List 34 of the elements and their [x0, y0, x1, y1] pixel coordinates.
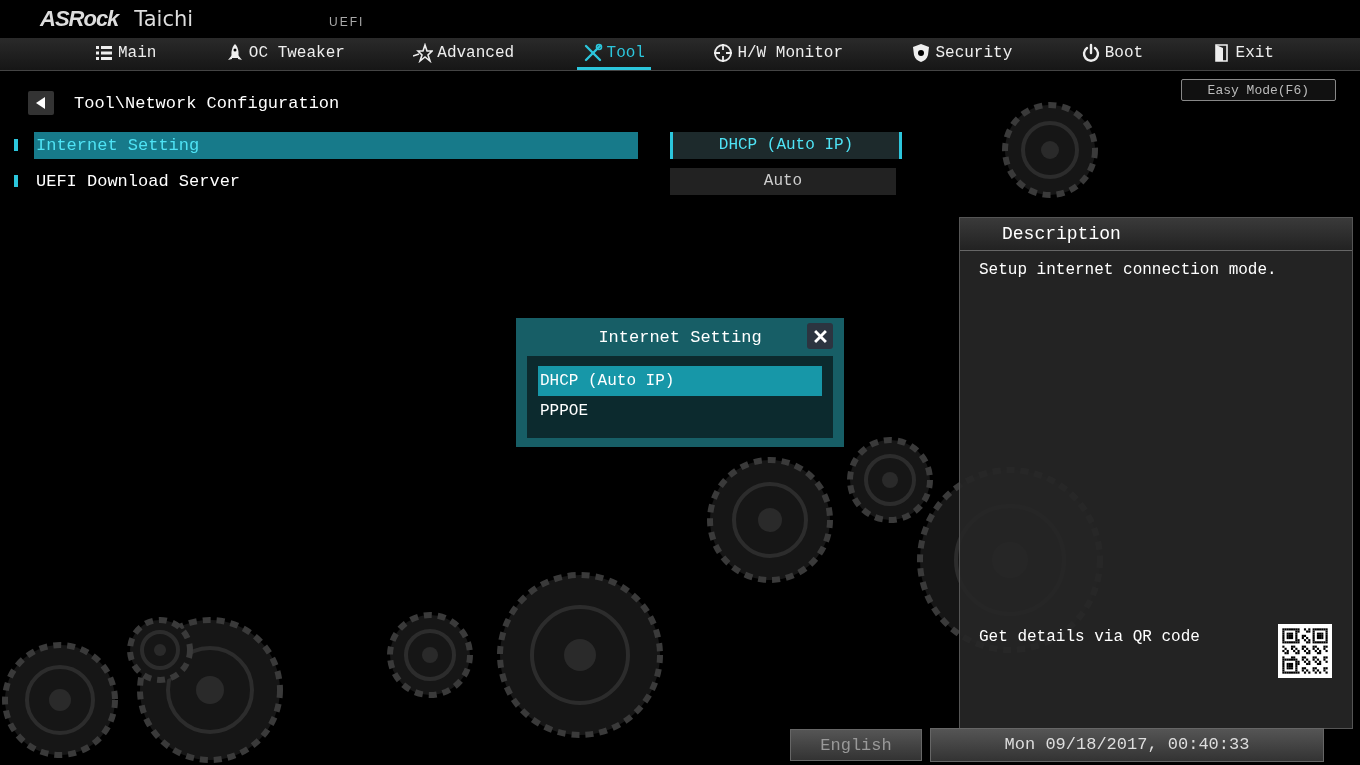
close-icon	[813, 329, 827, 343]
back-button[interactable]	[28, 91, 54, 115]
back-icon	[36, 97, 46, 109]
option-item[interactable]: PPPOE	[538, 396, 822, 426]
menu-tab[interactable]: Security	[905, 38, 1019, 70]
close-button[interactable]	[807, 323, 833, 349]
model-name: Taichi	[134, 7, 194, 31]
menu-tab[interactable]: OC Tweaker	[218, 38, 351, 70]
qr-code	[1278, 624, 1332, 678]
power-icon	[1080, 42, 1101, 63]
brand-logo: ASRock	[40, 6, 119, 32]
row-marker	[14, 139, 18, 151]
description-text: Setup internet connection mode.	[979, 261, 1277, 279]
description-header: Description	[960, 218, 1352, 251]
menu-tab[interactable]: Main	[88, 38, 163, 70]
firmware-label: UEFI	[329, 15, 365, 29]
crosshair-icon	[713, 42, 734, 63]
easy-mode-button[interactable]: Easy Mode(F6)	[1180, 79, 1336, 101]
tools-icon	[582, 42, 603, 63]
menu-tab[interactable]: Exit	[1205, 38, 1280, 70]
setting-item[interactable]: UEFI Download Server	[34, 167, 638, 195]
setting-value-dropdown[interactable]: Auto	[670, 167, 896, 195]
dialog-title: Internet Setting	[598, 327, 762, 347]
menu-tab[interactable]: Boot	[1074, 38, 1150, 70]
star-icon	[413, 42, 434, 63]
shield-icon	[911, 42, 932, 63]
row-marker	[14, 175, 18, 187]
menu-tab[interactable]: H/W Monitor	[707, 38, 849, 70]
menu-tab[interactable]: Tool	[576, 38, 651, 70]
breadcrumb-title: Tool\Network Configuration	[74, 93, 340, 113]
setting-value-dropdown[interactable]: DHCP (Auto IP)	[670, 131, 902, 159]
qr-hint-text: Get details via QR code	[979, 628, 1200, 646]
date-time-display: Mon 09/18/2017, 00:40:33	[930, 728, 1324, 762]
menu-tab[interactable]: Advanced	[407, 38, 521, 70]
